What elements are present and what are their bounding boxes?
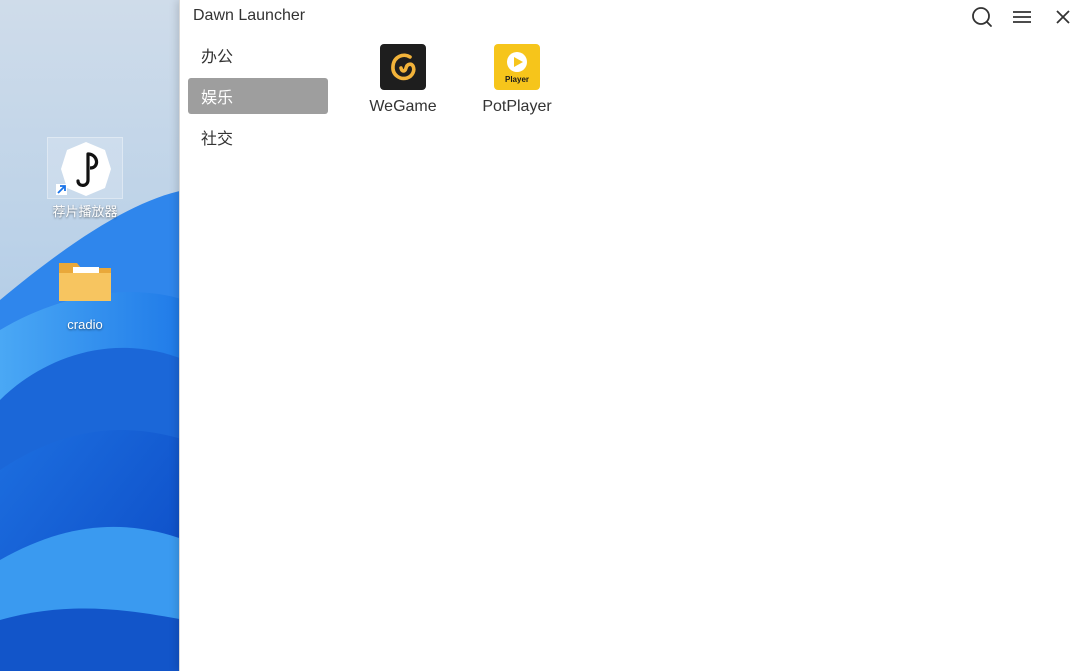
search-button[interactable] — [968, 4, 996, 30]
category-social[interactable]: 社交 — [188, 119, 328, 155]
desktop-icon-label: cradio — [67, 317, 103, 332]
titlebar[interactable]: Dawn Launcher — [180, 0, 1079, 34]
app-name: PotPlayer — [482, 98, 552, 115]
app-item-wegame[interactable]: WeGame — [346, 44, 460, 116]
wegame-icon — [380, 44, 426, 90]
category-office[interactable]: 办公 — [188, 37, 328, 73]
app-item-potplayer[interactable]: Player PotPlayer — [460, 44, 574, 116]
close-button[interactable] — [1049, 4, 1077, 30]
menu-button[interactable] — [1008, 4, 1036, 30]
close-icon — [1056, 10, 1070, 24]
category-label: 娱乐 — [201, 90, 234, 107]
category-label: 办公 — [201, 49, 234, 66]
dawn-launcher-window: Dawn Launcher 办公 娱乐 社交 WeGame Player Pot… — [179, 0, 1079, 671]
app-grid: WeGame Player PotPlayer — [346, 44, 574, 116]
menu-icon — [1013, 11, 1031, 23]
search-icon — [972, 7, 992, 27]
svg-text:Player: Player — [505, 75, 529, 84]
category-label: 社交 — [201, 131, 234, 148]
app-name: WeGame — [369, 98, 437, 115]
desktop-icon-cradio[interactable]: cradio — [47, 253, 123, 332]
desktop-icon-jianpian-player[interactable]: 荐片播放器 — [47, 137, 123, 220]
desktop-icon-label: 荐片播放器 — [52, 204, 118, 219]
folder-icon — [47, 253, 123, 315]
category-sidebar: 办公 娱乐 社交 — [188, 37, 328, 160]
window-title: Dawn Launcher — [193, 7, 306, 24]
category-entertainment[interactable]: 娱乐 — [188, 78, 328, 114]
potplayer-icon: Player — [494, 44, 540, 90]
jianpian-player-icon — [47, 137, 123, 199]
